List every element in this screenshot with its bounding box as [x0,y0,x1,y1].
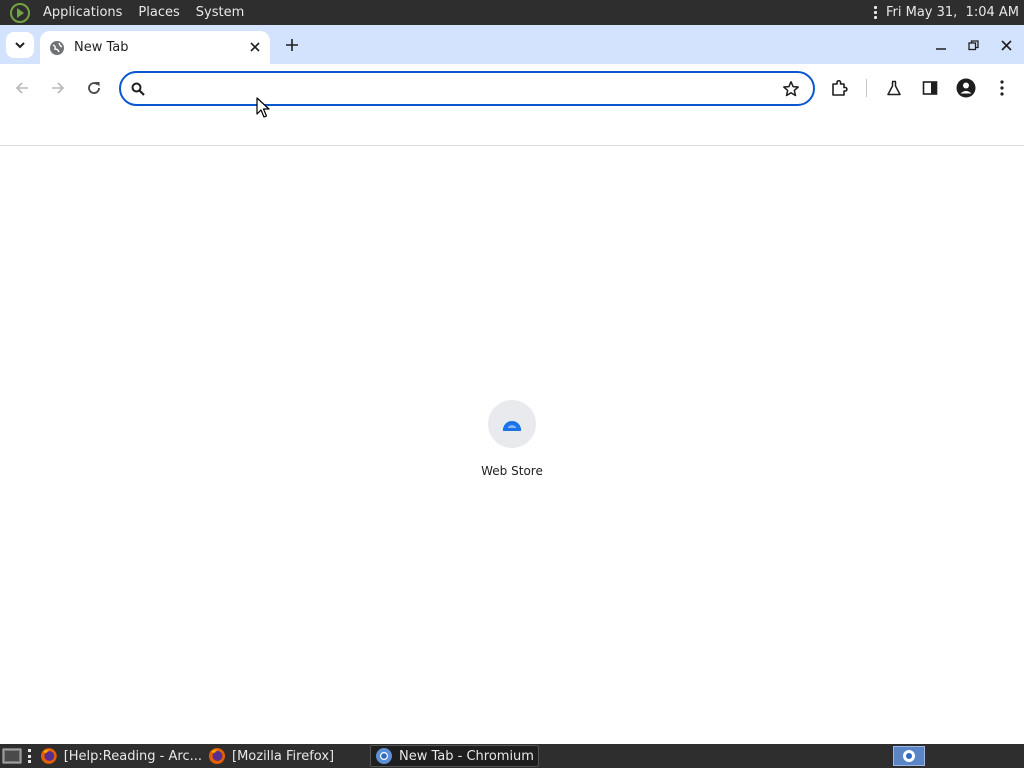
side-panel-icon [922,81,938,95]
tab-new-tab[interactable]: New Tab [40,31,270,64]
restore-button[interactable] [963,35,983,55]
toolbar-divider [866,79,867,97]
globe-icon [50,40,64,55]
show-desktop-icon[interactable] [2,747,22,765]
extensions-button[interactable] [828,76,852,100]
close-icon [1000,39,1012,51]
minimize-icon [936,48,946,50]
mouse-cursor-icon [256,97,270,118]
bottom-taskbar: [Help:Reading - Arc... [Mozilla Firefox]… [0,744,1024,768]
minimize-button[interactable] [931,35,951,55]
arrow-left-icon [15,82,28,94]
more-vertical-icon [1000,80,1004,96]
top-panel: Applications Places System Fri May 31, 1… [0,0,1024,25]
system-menu[interactable]: System [188,0,252,25]
bookmark-bar [0,111,1024,145]
back-button[interactable] [10,76,34,100]
puzzle-piece-icon [832,79,848,96]
arrow-right-icon [52,82,65,94]
tab-search-button[interactable] [6,32,34,58]
forward-button[interactable] [46,76,70,100]
firefox-icon [209,748,225,764]
browser-toolbar [0,64,1024,111]
plus-icon [286,39,298,51]
address-bar[interactable] [119,71,815,106]
clock[interactable]: Fri May 31, 1:04 AM [886,5,1019,20]
chrome-menu-button[interactable] [990,76,1014,100]
tab-title: New Tab [74,40,129,55]
flask-icon [887,80,901,96]
chrome-web-store-icon [503,421,521,431]
task-chromium[interactable]: New Tab - Chromium [370,745,539,767]
tab-close-button[interactable] [246,38,264,56]
chevron-down-icon [15,42,25,49]
task-help-reading[interactable]: [Help:Reading - Arc... [36,745,202,767]
bookmark-star-icon[interactable] [782,80,800,98]
chromium-icon [903,750,915,762]
new-tab-button[interactable] [281,34,303,56]
panel-handle-icon[interactable] [868,6,884,19]
places-menu[interactable]: Places [130,0,187,25]
account-circle-icon [956,78,976,98]
shortcut-tile[interactable] [488,400,536,448]
chromium-icon [376,748,392,764]
task-label: [Help:Reading - Arc... [63,748,202,764]
reload-icon [88,82,100,94]
close-window-button[interactable] [996,35,1016,55]
distro-logo-icon[interactable] [9,2,31,24]
shortcut-label: Web Store [481,464,543,478]
applications-menu[interactable]: Applications [35,0,130,25]
address-input[interactable] [155,77,775,101]
close-icon [250,42,260,52]
firefox-icon [40,748,57,764]
workspace-switcher[interactable] [893,746,925,766]
new-tab-page: Web Store [0,146,1024,744]
taskbar-handle-icon[interactable] [28,749,32,763]
tab-strip: New Tab [0,25,1024,64]
task-mozilla-firefox[interactable]: [Mozilla Firefox] [204,745,364,767]
side-panel-button[interactable] [918,76,942,100]
restore-icon [967,39,979,50]
task-label: [Mozilla Firefox] [232,748,335,764]
reload-button[interactable] [82,76,106,100]
profile-button[interactable] [954,76,978,100]
task-label: New Tab - Chromium [399,748,534,764]
shortcut-web-store[interactable]: Web Store [472,400,552,484]
search-icon [131,82,145,96]
labs-button[interactable] [882,76,906,100]
